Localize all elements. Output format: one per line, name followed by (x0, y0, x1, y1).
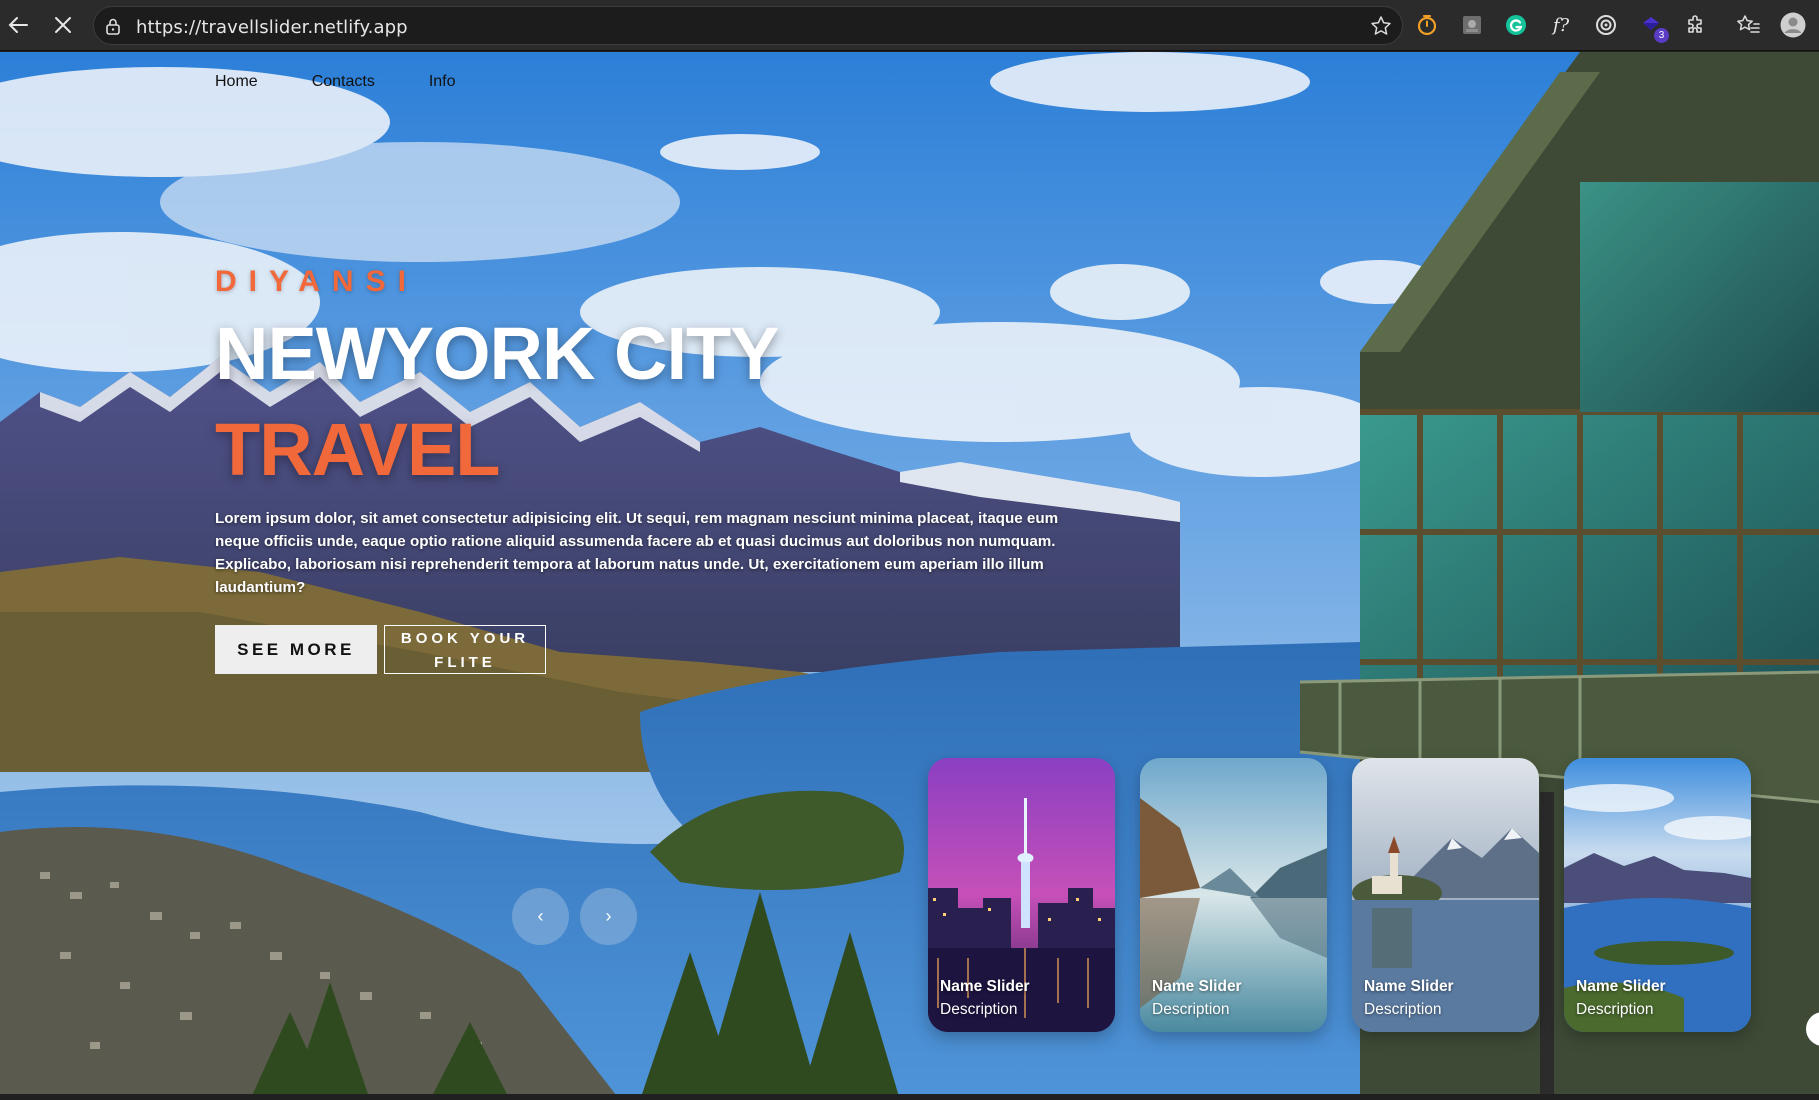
nav-home-link[interactable]: Home (215, 73, 258, 91)
next-slide-button[interactable]: › (580, 888, 637, 945)
thumbnail-title: Name Slider (940, 978, 1030, 995)
hero-description: Lorem ipsum dolor, sit amet consectetur … (215, 510, 1059, 596)
timer-extension-icon[interactable] (1414, 12, 1440, 38)
thumbnail-description: Description (940, 1001, 1018, 1018)
url-text[interactable]: https://travellslider.netlify.app (136, 17, 408, 38)
thumbnail-title: Name Slider (1364, 978, 1454, 995)
book-button-line-1: BOOK YOUR (400, 630, 530, 647)
hero-content: DIYANSI NEWYORK CITY TRAVEL Lorem ipsum … (215, 265, 1075, 674)
grammarly-icon[interactable] (1503, 12, 1529, 38)
purple-extension-icon[interactable]: 3 (1638, 12, 1669, 43)
font-finder-icon[interactable]: f? (1548, 12, 1574, 38)
puzzle-icon[interactable] (1683, 12, 1709, 38)
thumbnail-card[interactable]: Name Slider Description (1140, 758, 1327, 1032)
image-extension-icon[interactable] (1459, 12, 1485, 38)
stop-loading-icon[interactable] (50, 12, 76, 38)
slider-thumbnails: Name Slider Description Name Slider Desc… (928, 758, 1751, 1032)
target-extension-icon[interactable] (1593, 12, 1619, 38)
thumbnail-card[interactable]: Name Slider Description (1352, 758, 1539, 1032)
page-viewport: Home Contacts Info DIYANSI NEWYORK CITY … (0, 52, 1819, 1100)
book-button-line-2: FLITE (434, 654, 496, 671)
page-bottom-edge (0, 1094, 1819, 1100)
brand-name: DIYANSI (215, 265, 418, 298)
nav-info-link[interactable]: Info (429, 73, 456, 91)
thumbnail-title: Name Slider (1576, 978, 1666, 995)
slider-arrows: ‹ › (512, 888, 637, 945)
hero-title: NEWYORK CITY (215, 312, 780, 395)
thumbnail-card[interactable]: Name Slider Description (928, 758, 1115, 1032)
hero-topic: TRAVEL (215, 408, 501, 491)
favorite-star-icon[interactable] (1370, 15, 1392, 42)
thumbnail-card[interactable]: Name Slider Description (1564, 758, 1751, 1032)
previous-slide-button[interactable]: ‹ (512, 888, 569, 945)
profile-avatar-icon[interactable] (1780, 12, 1806, 38)
lock-icon[interactable] (104, 17, 122, 40)
back-arrow-icon[interactable] (5, 12, 31, 38)
thumbnail-description: Description (1152, 1001, 1230, 1018)
book-flight-button[interactable]: BOOK YOUR FLITE (384, 625, 546, 674)
thumbnail-description: Description (1576, 1001, 1654, 1018)
hero-buttons: SEE MORE BOOK YOUR FLITE (215, 625, 1075, 674)
favorites-icon[interactable] (1735, 12, 1761, 38)
top-navigation: Home Contacts Info (215, 73, 456, 91)
nav-contacts-link[interactable]: Contacts (312, 73, 375, 91)
thumbnail-title: Name Slider (1152, 978, 1242, 995)
browser-toolbar: https://travellslider.netlify.app f? 3 (0, 0, 1819, 51)
see-more-button[interactable]: SEE MORE (215, 625, 377, 674)
thumbnail-description: Description (1364, 1001, 1442, 1018)
extension-badge: 3 (1654, 28, 1669, 43)
address-bar[interactable]: https://travellslider.netlify.app (93, 6, 1403, 45)
